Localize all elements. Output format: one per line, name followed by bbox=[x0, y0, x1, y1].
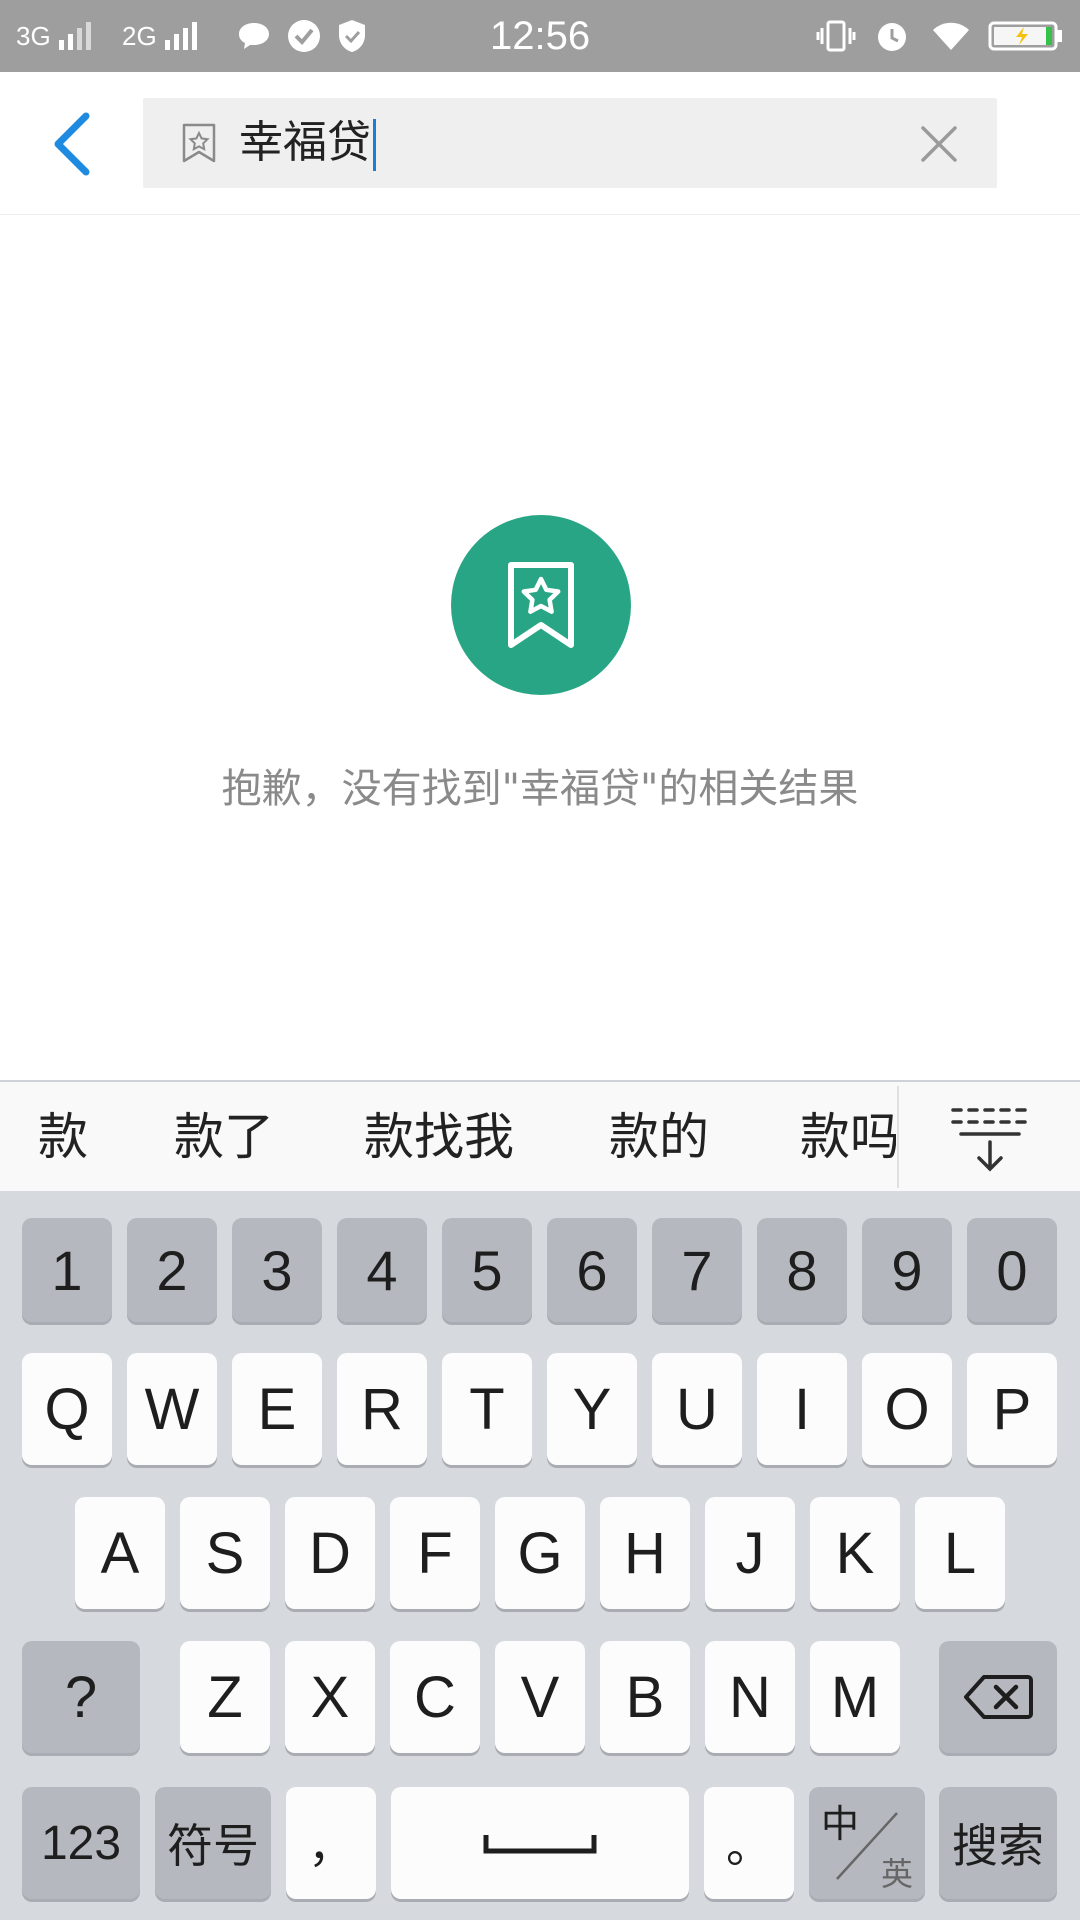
key-letter[interactable]: A bbox=[75, 1497, 165, 1609]
key-letter[interactable]: W bbox=[127, 1353, 217, 1465]
key-digit[interactable]: 1 bbox=[22, 1218, 112, 1322]
candidate-item[interactable]: 款了 bbox=[174, 1082, 274, 1192]
key-letter[interactable]: G bbox=[495, 1497, 585, 1609]
network-2g-label: 2G bbox=[122, 20, 157, 51]
key-letter[interactable]: U bbox=[652, 1353, 742, 1465]
candidate-item[interactable]: 款 bbox=[38, 1082, 88, 1192]
key-letter[interactable]: R bbox=[337, 1353, 427, 1465]
status-time: 12:56 bbox=[490, 13, 591, 58]
key-letter[interactable]: V bbox=[495, 1641, 585, 1753]
numbers-key[interactable]: 123 bbox=[22, 1787, 140, 1899]
clear-button[interactable] bbox=[917, 122, 961, 166]
key-letter[interactable]: X bbox=[285, 1641, 375, 1753]
alarm-icon bbox=[874, 0, 910, 72]
key-digit[interactable]: 0 bbox=[967, 1218, 1057, 1322]
key-letter[interactable]: Y bbox=[547, 1353, 637, 1465]
shield-icon bbox=[336, 0, 368, 72]
key-digit[interactable]: 9 bbox=[862, 1218, 952, 1322]
key-digit[interactable]: 3 bbox=[232, 1218, 322, 1322]
key-letter[interactable]: D bbox=[285, 1497, 375, 1609]
key-letter[interactable]: T bbox=[442, 1353, 532, 1465]
close-icon bbox=[921, 126, 957, 162]
key-letter[interactable]: Z bbox=[180, 1641, 270, 1753]
ime-candidate-bar: 款 款了 款找我 款的 款吗 bbox=[0, 1080, 1080, 1193]
network-2g-indicator: 2G bbox=[122, 0, 197, 72]
backspace-key[interactable] bbox=[939, 1641, 1057, 1753]
candidate-divider bbox=[897, 1086, 899, 1188]
key-letter[interactable]: E bbox=[232, 1353, 322, 1465]
network-3g-label: 3G bbox=[16, 20, 51, 51]
backspace-icon bbox=[964, 1675, 1033, 1719]
key-letter[interactable]: C bbox=[390, 1641, 480, 1753]
search-box[interactable]: 幸福贷 bbox=[143, 98, 997, 188]
network-3g-indicator: 3G bbox=[16, 0, 91, 72]
wifi-icon bbox=[930, 0, 972, 72]
key-digit[interactable]: 7 bbox=[652, 1218, 742, 1322]
symbols-key[interactable]: 符号 bbox=[155, 1787, 271, 1899]
key-letter[interactable]: M bbox=[810, 1641, 900, 1753]
search-key[interactable]: 搜索 bbox=[939, 1787, 1057, 1899]
empty-result-icon bbox=[451, 515, 631, 695]
keyboard-collapse-button[interactable] bbox=[945, 1102, 1035, 1176]
question-mark-key[interactable]: ? bbox=[22, 1641, 140, 1753]
signal-strength-icon bbox=[58, 22, 91, 50]
vibrate-icon bbox=[816, 0, 856, 72]
key-digit[interactable]: 6 bbox=[547, 1218, 637, 1322]
soft-keyboard: 1 2 3 4 5 6 7 8 9 0 Q W E R T Y U I O P … bbox=[0, 1191, 1080, 1920]
search-query-text: 幸福贷 bbox=[239, 117, 371, 168]
chat-bubble-icon bbox=[236, 0, 272, 72]
key-letter[interactable]: O bbox=[862, 1353, 952, 1465]
period-key[interactable]: 。 bbox=[704, 1787, 794, 1899]
battery-icon bbox=[988, 0, 1064, 72]
key-letter[interactable]: K bbox=[810, 1497, 900, 1609]
candidate-item[interactable]: 款的 bbox=[609, 1082, 709, 1192]
candidate-item[interactable]: 款吗 bbox=[800, 1082, 896, 1192]
text-cursor bbox=[373, 119, 376, 171]
key-letter[interactable]: B bbox=[600, 1641, 690, 1753]
candidate-list: 款 款了 款找我 款的 款吗 bbox=[0, 1082, 896, 1192]
key-digit[interactable]: 2 bbox=[127, 1218, 217, 1322]
search-header: 幸福贷 bbox=[0, 72, 1080, 215]
chevron-left-icon bbox=[54, 112, 90, 176]
back-button[interactable] bbox=[36, 102, 106, 182]
language-switch-key[interactable]: 中 英 bbox=[809, 1787, 925, 1899]
no-results-message: 抱歉，没有找到"幸福贷"的相关结果 bbox=[221, 766, 859, 812]
comma-key[interactable]: ， bbox=[286, 1787, 376, 1899]
key-digit[interactable]: 8 bbox=[757, 1218, 847, 1322]
key-letter[interactable]: J bbox=[705, 1497, 795, 1609]
space-key[interactable] bbox=[391, 1787, 689, 1899]
key-letter[interactable]: N bbox=[705, 1641, 795, 1753]
lang-english-label: 英 bbox=[880, 1855, 913, 1893]
signal-strength-icon bbox=[164, 22, 197, 50]
key-letter[interactable]: F bbox=[390, 1497, 480, 1609]
key-digit[interactable]: 5 bbox=[442, 1218, 532, 1322]
space-bar-icon bbox=[483, 1835, 597, 1854]
status-bar: 3G 2G 12:56 bbox=[0, 0, 1080, 72]
key-digit[interactable]: 4 bbox=[337, 1218, 427, 1322]
check-circle-icon bbox=[286, 0, 322, 72]
key-letter[interactable]: H bbox=[600, 1497, 690, 1609]
key-letter[interactable]: I bbox=[757, 1353, 847, 1465]
search-input[interactable]: 幸福贷 bbox=[239, 110, 859, 176]
candidate-item[interactable]: 款找我 bbox=[364, 1082, 514, 1192]
bookmark-star-icon bbox=[181, 122, 217, 164]
keyboard-collapse-icon bbox=[951, 1108, 1027, 1172]
key-letter[interactable]: S bbox=[180, 1497, 270, 1609]
bookmark-star-icon bbox=[508, 562, 574, 648]
key-letter[interactable]: Q bbox=[22, 1353, 112, 1465]
key-letter[interactable]: L bbox=[915, 1497, 1005, 1609]
key-letter[interactable]: P bbox=[967, 1353, 1057, 1465]
